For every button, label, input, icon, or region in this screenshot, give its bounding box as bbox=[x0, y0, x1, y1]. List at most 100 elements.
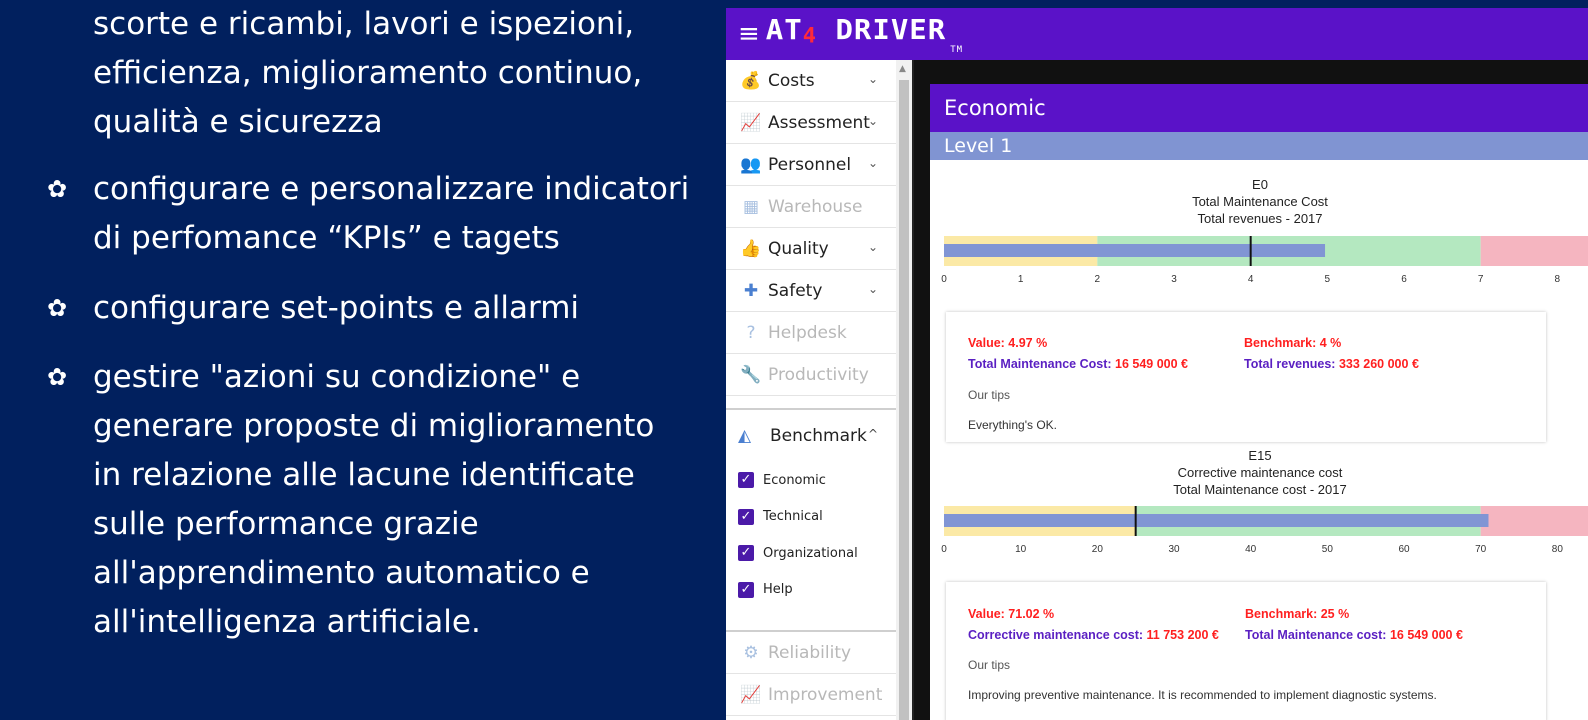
main-panel: Economic Level 1 E0 Total Maintenance Co… bbox=[914, 60, 1588, 720]
check-label: Help bbox=[763, 582, 793, 598]
logo-text-driver: DRIVER bbox=[835, 13, 947, 46]
sidebar-item-label: Personnel bbox=[768, 154, 852, 175]
tips-heading: Our tips bbox=[968, 658, 1011, 672]
gears-icon: ⚙ bbox=[743, 642, 759, 663]
first-aid-icon: ✚ bbox=[743, 280, 759, 301]
sidebar-item-label: Costs bbox=[768, 70, 815, 91]
check-help[interactable]: ✓ Help bbox=[726, 572, 896, 609]
menu-icon[interactable]: ≡ bbox=[738, 8, 760, 60]
slide-text-panel: scorte e ricambi, lavori e ispezioni, ef… bbox=[0, 0, 720, 720]
sidebar-item-assessment[interactable]: 📈 Assessment ⌄ bbox=[726, 102, 896, 144]
gear-icon: ✿ bbox=[47, 294, 68, 322]
kpi-heading: E0 Total Maintenance Cost Total revenues… bbox=[930, 176, 1588, 227]
kpi-code: E0 bbox=[1252, 177, 1268, 192]
slide-bullet-text: gestire "azioni su condizione" e generar… bbox=[93, 359, 655, 640]
checkbox-checked[interactable]: ✓ bbox=[738, 581, 754, 598]
tick-label: 3 bbox=[1171, 274, 1177, 285]
check-organizational[interactable]: ✓ Organizational bbox=[726, 535, 896, 572]
sidebar-item-label: Assessment bbox=[768, 112, 870, 133]
sidebar-item-productivity[interactable]: 🔧 Productivity bbox=[726, 354, 896, 396]
sidebar-scrollbar[interactable]: ▲ bbox=[896, 60, 912, 720]
tick-label: 1 bbox=[1018, 274, 1024, 285]
chevron-down-icon: ⌄ bbox=[867, 282, 878, 296]
sidebar-item-reliability[interactable]: ⚙ Reliability bbox=[726, 632, 896, 674]
money-icon: 💰 bbox=[740, 70, 762, 91]
kpi-numerator-label: Total Maintenance Cost: bbox=[968, 357, 1112, 371]
kpi-bullet-chart: 0 1 2 3 4 5 6 7 8 bbox=[941, 236, 1588, 285]
tick-label: 50 bbox=[1322, 544, 1334, 555]
kpi-numerator-value: 16 549 000 € bbox=[1115, 357, 1189, 371]
sidebar-item-label: Improvement bbox=[768, 684, 883, 705]
check-label: Organizational bbox=[763, 545, 858, 561]
kpi-denominator: Total revenues: 333 260 000 € bbox=[1244, 357, 1419, 371]
scroll-up-icon[interactable]: ▲ bbox=[899, 64, 906, 74]
tick-label: 2 bbox=[1095, 274, 1101, 285]
tick-label: 20 bbox=[1092, 544, 1104, 555]
kpi-numerator: Corrective maintenance cost: 11 753 200 … bbox=[968, 628, 1219, 642]
trend-chart-icon: 📈 bbox=[740, 112, 762, 133]
sidebar-item-personnel[interactable]: 👥 Personnel ⌄ bbox=[726, 144, 896, 186]
kpi-benchmark: Benchmark: 4 % bbox=[1244, 336, 1342, 350]
logo-text-at: AT bbox=[765, 13, 803, 46]
app-header: ≡ AT4 DRIVERTM bbox=[726, 8, 1588, 60]
kpi-denominator: Total Maintenance cost: 16 549 000 € bbox=[1245, 628, 1463, 642]
chevron-down-icon: ⌄ bbox=[867, 156, 878, 170]
level-title: Level 1 bbox=[944, 135, 1013, 157]
slide-bullet-text: configurare set-points e allarmi bbox=[93, 290, 580, 326]
kpi-content: E0 Total Maintenance Cost Total revenues… bbox=[930, 160, 1588, 720]
sidebar: 💰 Costs ⌄ 📈 Assessment ⌄ 👥 Personnel ⌄ ▦… bbox=[726, 60, 897, 720]
sidebar-item-label: Helpdesk bbox=[768, 322, 847, 343]
trend-chart-icon: 📈 bbox=[740, 684, 762, 705]
logo-tm: TM bbox=[950, 45, 964, 55]
kpi-value: Value: 4.97 % bbox=[968, 336, 1048, 350]
building-icon: ▦ bbox=[742, 196, 760, 217]
kpi-benchmark: Benchmark: 25 % bbox=[1245, 607, 1350, 621]
tick-label: 6 bbox=[1401, 274, 1407, 285]
tick-label: 70 bbox=[1475, 544, 1487, 555]
kpi-card: Value: 71.02 % Benchmark: 25 % Correctiv… bbox=[946, 582, 1546, 720]
checkbox-checked[interactable]: ✓ bbox=[738, 545, 754, 562]
kpi-denominator-label: Total Maintenance cost: bbox=[1245, 628, 1387, 642]
tick-label: 30 bbox=[1168, 544, 1180, 555]
level-bar: Level 1 bbox=[930, 132, 1588, 160]
check-label: Technical bbox=[763, 509, 823, 525]
tips-text: Improving preventive maintenance. It is … bbox=[968, 688, 1437, 702]
slide-bullet: ✿ configurare set-points e allarmi bbox=[47, 284, 713, 333]
slide-bullet: ✿ gestire "azioni su condizione" e gener… bbox=[47, 353, 713, 647]
sidebar-item-safety[interactable]: ✚ Safety ⌄ bbox=[726, 270, 896, 312]
check-technical[interactable]: ✓ Technical bbox=[726, 499, 896, 536]
kpi-heading: E15 Corrective maintenance cost Total Ma… bbox=[930, 447, 1588, 498]
sidebar-item-helpdesk[interactable]: ? Helpdesk bbox=[726, 312, 896, 354]
tick-label: 60 bbox=[1398, 544, 1410, 555]
slide-bullet-text: configurare e personalizzare indicatori … bbox=[93, 171, 690, 256]
area-chart-icon: ◭ bbox=[738, 426, 752, 446]
sidebar-item-benchmark[interactable]: ◭ Benchmark ^ bbox=[726, 410, 896, 462]
sidebar-item-label: Benchmark bbox=[770, 426, 867, 446]
tick-label: 5 bbox=[1325, 274, 1331, 285]
sidebar-item-costs[interactable]: 💰 Costs ⌄ bbox=[726, 60, 896, 102]
sidebar-item-label: Productivity bbox=[768, 364, 869, 385]
top-strip bbox=[726, 0, 1588, 8]
sidebar-item-warehouse[interactable]: ▦ Warehouse bbox=[726, 186, 896, 228]
tick-label: 80 bbox=[1552, 544, 1564, 555]
tick-label: 8 bbox=[1555, 274, 1561, 285]
kpi-value: Value: 71.02 % bbox=[968, 607, 1055, 621]
app-logo[interactable]: AT4 DRIVERTM bbox=[766, 13, 963, 55]
slide-continuation-text: scorte e ricambi, lavori e ispezioni, ef… bbox=[93, 6, 643, 140]
help-icon: ? bbox=[746, 322, 756, 343]
sidebar-item-label: Reliability bbox=[768, 642, 852, 663]
gear-icon: ✿ bbox=[47, 363, 68, 391]
checkbox-checked[interactable]: ✓ bbox=[738, 472, 754, 489]
kpi-numerator-title: Corrective maintenance cost bbox=[1177, 465, 1343, 480]
kpi-numerator-label: Corrective maintenance cost: bbox=[968, 628, 1144, 642]
sidebar-item-quality[interactable]: 👍 Quality ⌄ bbox=[726, 228, 896, 270]
kpi-denominator-title: Total revenues - 2017 bbox=[1197, 211, 1323, 226]
thumbs-up-icon: 👍 bbox=[740, 238, 762, 259]
check-economic[interactable]: ✓ Economic bbox=[726, 462, 896, 499]
scroll-thumb[interactable] bbox=[899, 80, 909, 720]
sidebar-item-improvement[interactable]: 📈 Improvement bbox=[726, 674, 896, 716]
kpi-numerator-value: 11 753 200 € bbox=[1146, 628, 1219, 642]
checkbox-checked[interactable]: ✓ bbox=[738, 508, 754, 525]
kpi-denominator-title: Total Maintenance cost - 2017 bbox=[1173, 482, 1347, 497]
sidebar-divider bbox=[726, 396, 896, 410]
